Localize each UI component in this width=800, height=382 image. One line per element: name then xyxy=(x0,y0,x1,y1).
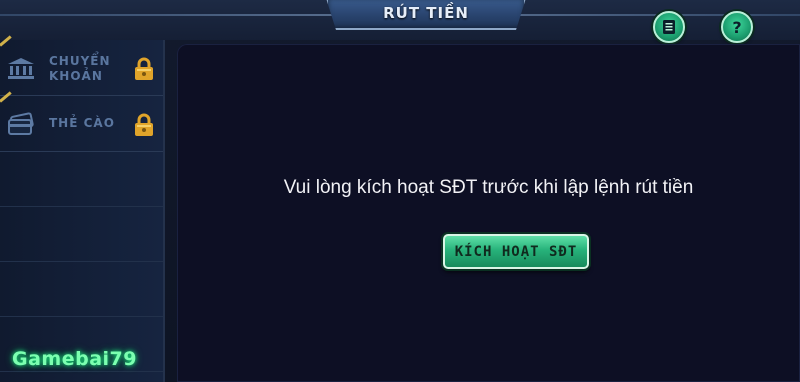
sidebar-empty-slot xyxy=(0,152,163,207)
sidebar-item-label: CHUYỂN xyxy=(49,54,111,68)
withdraw-screen: RÚT TIỀN ? CHUYỂN KHOẢN THẺ CÀO Vui lòng… xyxy=(0,0,800,382)
title-plate: RÚT TIỀN xyxy=(326,0,526,30)
activation-message: Vui lòng kích hoạt SĐT trước khi lập lện… xyxy=(283,177,694,198)
lock-icon xyxy=(135,57,153,80)
sidebar: CHUYỂN KHOẢN THẺ CÀO xyxy=(0,35,165,382)
help-button[interactable]: ? xyxy=(721,11,753,43)
activate-phone-button-label: KÍCH HOẠT SĐT xyxy=(454,243,578,260)
bank-icon xyxy=(8,58,34,79)
sidebar-item-the-cao[interactable]: THẺ CÀO xyxy=(0,91,163,152)
sidebar-empty-slot xyxy=(0,207,163,262)
lock-icon xyxy=(135,113,153,136)
sidebar-item-label: THẺ CÀO xyxy=(49,116,115,130)
history-button[interactable] xyxy=(653,11,685,43)
document-list-icon xyxy=(663,20,675,34)
sidebar-empty-slot xyxy=(0,262,163,317)
activate-phone-button[interactable]: KÍCH HOẠT SĐT xyxy=(443,234,589,269)
question-mark-icon: ? xyxy=(732,17,742,37)
sidebar-item-label-line2: KHOẢN xyxy=(49,69,103,83)
watermark-logo: Gamebai79 xyxy=(12,348,137,370)
top-bar: RÚT TIỀN ? xyxy=(0,0,800,43)
page-title: RÚT TIỀN xyxy=(383,4,469,22)
card-icon xyxy=(8,112,34,135)
main-panel: Vui lòng kích hoạt SĐT trước khi lập lện… xyxy=(177,44,800,382)
sidebar-item-chuyen-khoan[interactable]: CHUYỂN KHOẢN xyxy=(0,35,163,96)
